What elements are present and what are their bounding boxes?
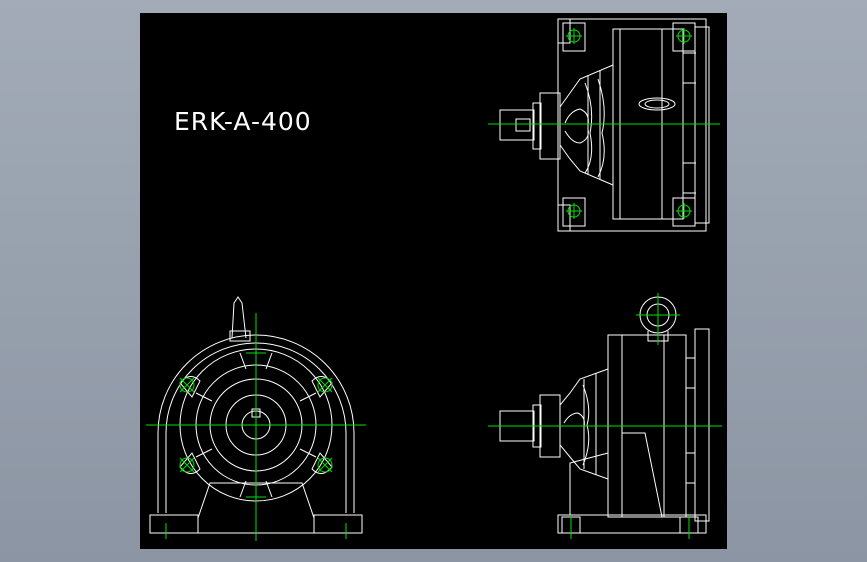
cad-viewport[interactable]: ERK-A-400 [140,13,727,549]
drawing-title-label: ERK-A-400 [174,107,312,136]
top-view [488,18,720,232]
side-view [488,293,722,539]
front-view [146,296,366,541]
cad-drawing [146,18,722,541]
